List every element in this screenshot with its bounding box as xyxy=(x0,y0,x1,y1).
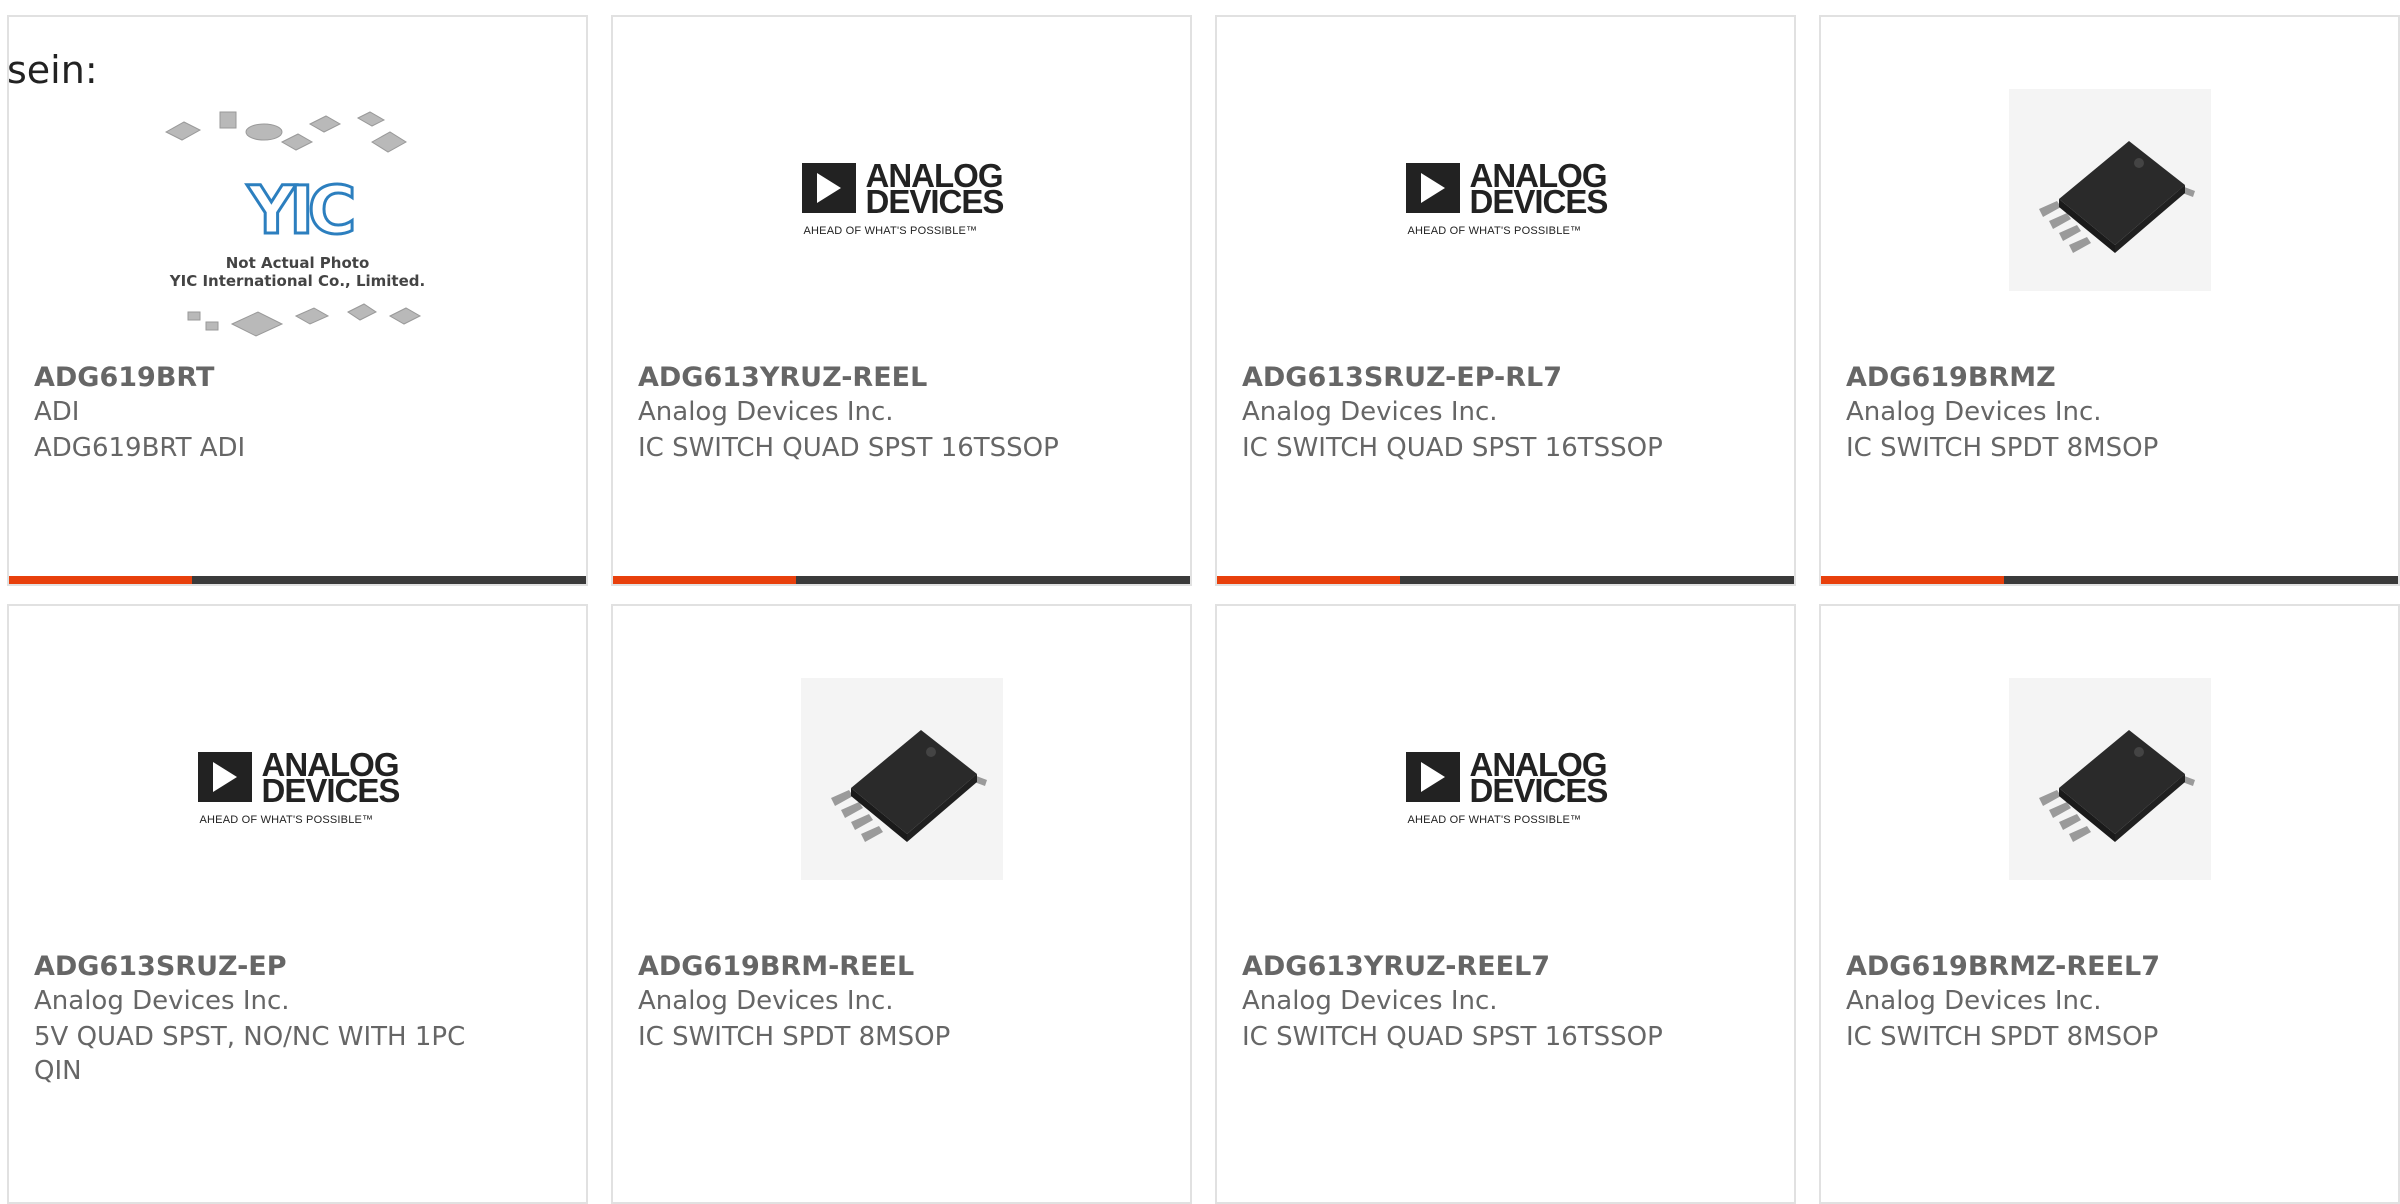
part-number[interactable]: ADG613SRUZ-EP xyxy=(34,951,287,982)
part-number[interactable]: ADG613YRUZ-REEL7 xyxy=(1242,951,1550,982)
card-footer-accent xyxy=(9,576,192,584)
placeholder-line-1: Not Actual Photo xyxy=(225,254,370,272)
description: IC SWITCH QUAD SPST 16TSSOP xyxy=(1242,1022,1663,1052)
card-footer-bar xyxy=(9,576,586,584)
product-card[interactable]: ADG619BRMZ Analog Devices Inc. IC SWITCH… xyxy=(1819,15,2400,586)
manufacturer: Analog Devices Inc. xyxy=(1242,397,1498,427)
card-footer-bar xyxy=(613,576,1190,584)
description: IC SWITCH QUAD SPST 16TSSOP xyxy=(1242,433,1663,463)
logo-word-2: DEVICES xyxy=(865,183,1005,220)
logo-word-2: DEVICES xyxy=(261,772,401,809)
ic-chip-icon xyxy=(830,730,987,842)
description: IC SWITCH SPDT 8MSOP xyxy=(638,1022,951,1052)
analog-devices-logo: ANALOG DEVICES AHEAD OF WHAT'S POSSIBLE™ xyxy=(1405,145,1609,245)
logo-word-2: DEVICES xyxy=(1469,772,1609,809)
description: ADG619BRT ADI xyxy=(34,433,246,463)
product-image[interactable]: ANALOG DEVICES AHEAD OF WHAT'S POSSIBLE™ xyxy=(613,17,1190,362)
part-number[interactable]: ADG613SRUZ-EP-RL7 xyxy=(1242,362,1562,393)
msop8-chip-photo xyxy=(2008,678,2211,880)
card-footer-accent xyxy=(1217,576,1400,584)
description: IC SWITCH SPDT 8MSOP xyxy=(1846,1022,2159,1052)
description: IC SWITCH QUAD SPST 16TSSOP xyxy=(638,433,1059,463)
product-card[interactable]: YIC Not Actual Photo YIC International C… xyxy=(7,15,588,586)
description: 5V QUAD SPST, NO/NC WITH 1PC QIN xyxy=(34,1022,466,1086)
product-card[interactable]: ANALOG DEVICES AHEAD OF WHAT'S POSSIBLE™… xyxy=(1215,604,1796,1204)
msop8-chip-photo xyxy=(800,678,1003,880)
play-triangle-icon xyxy=(1405,752,1460,802)
logo-tagline: AHEAD OF WHAT'S POSSIBLE™ xyxy=(1407,225,1582,237)
product-image[interactable] xyxy=(613,606,1190,951)
yic-logo: YIC xyxy=(246,171,358,251)
page-label: sein: xyxy=(7,48,98,92)
manufacturer: Analog Devices Inc. xyxy=(34,986,290,1016)
msop8-chip-photo xyxy=(2008,89,2211,291)
product-card[interactable]: ANALOG DEVICES AHEAD OF WHAT'S POSSIBLE™… xyxy=(611,15,1192,586)
card-footer-bar xyxy=(1821,576,2398,584)
part-number[interactable]: ADG619BRM-REEL xyxy=(638,951,914,982)
product-image[interactable]: ANALOG DEVICES AHEAD OF WHAT'S POSSIBLE™ xyxy=(1217,606,1794,951)
manufacturer: Analog Devices Inc. xyxy=(1846,397,2102,427)
product-image[interactable]: ANALOG DEVICES AHEAD OF WHAT'S POSSIBLE™ xyxy=(1217,17,1794,362)
product-card[interactable]: ANALOG DEVICES AHEAD OF WHAT'S POSSIBLE™… xyxy=(1215,15,1796,586)
logo-word-2: DEVICES xyxy=(1469,183,1609,220)
description: IC SWITCH SPDT 8MSOP xyxy=(1846,433,2159,463)
product-card[interactable]: ADG619BRMZ-REEL7 Analog Devices Inc. IC … xyxy=(1819,604,2400,1204)
placeholder-line-2: YIC International Co., Limited. xyxy=(169,272,426,290)
analog-devices-logo: ANALOG DEVICES AHEAD OF WHAT'S POSSIBLE™ xyxy=(197,734,401,834)
part-number[interactable]: ADG619BRT xyxy=(34,362,214,393)
ic-chip-icon xyxy=(2038,730,2195,842)
analog-devices-logo: ANALOG DEVICES AHEAD OF WHAT'S POSSIBLE™ xyxy=(1405,734,1609,834)
card-footer-bar xyxy=(1217,576,1794,584)
product-card[interactable]: ADG619BRM-REEL Analog Devices Inc. IC SW… xyxy=(611,604,1192,1204)
product-card[interactable]: ANALOG DEVICES AHEAD OF WHAT'S POSSIBLE™… xyxy=(7,604,588,1204)
manufacturer: ADI xyxy=(34,397,80,427)
analog-devices-logo: ANALOG DEVICES AHEAD OF WHAT'S POSSIBLE™ xyxy=(801,145,1005,245)
logo-tagline: AHEAD OF WHAT'S POSSIBLE™ xyxy=(803,225,978,237)
ic-chip-icon xyxy=(2038,141,2195,253)
product-image[interactable] xyxy=(1821,17,2398,362)
logo-tagline: AHEAD OF WHAT'S POSSIBLE™ xyxy=(199,814,374,826)
logo-tagline: AHEAD OF WHAT'S POSSIBLE™ xyxy=(1407,814,1582,826)
yic-placeholder-image: YIC Not Actual Photo YIC International C… xyxy=(158,102,438,352)
product-image[interactable] xyxy=(1821,606,2398,951)
card-footer-accent xyxy=(1821,576,2004,584)
manufacturer: Analog Devices Inc. xyxy=(638,986,894,1016)
manufacturer: Analog Devices Inc. xyxy=(638,397,894,427)
part-number[interactable]: ADG613YRUZ-REEL xyxy=(638,362,927,393)
part-number[interactable]: ADG619BRMZ-REEL7 xyxy=(1846,951,2160,982)
part-number[interactable]: ADG619BRMZ xyxy=(1846,362,2056,393)
card-footer-accent xyxy=(613,576,796,584)
manufacturer: Analog Devices Inc. xyxy=(1846,986,2102,1016)
play-triangle-icon xyxy=(1405,163,1460,213)
product-image[interactable]: ANALOG DEVICES AHEAD OF WHAT'S POSSIBLE™ xyxy=(9,606,586,951)
play-triangle-icon xyxy=(801,163,856,213)
play-triangle-icon xyxy=(197,752,252,802)
manufacturer: Analog Devices Inc. xyxy=(1242,986,1498,1016)
